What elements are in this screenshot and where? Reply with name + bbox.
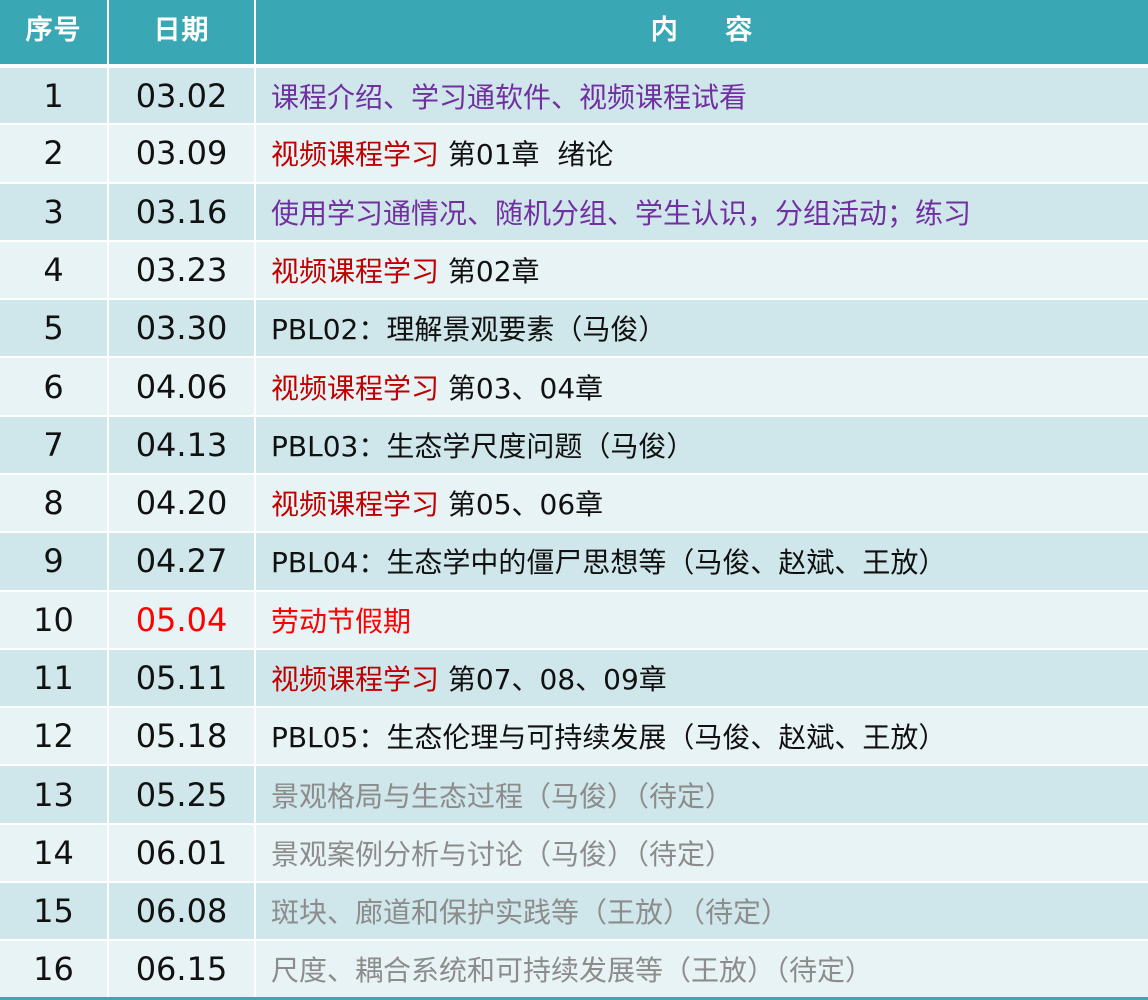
table-row: 1 03.02 课程介绍、学习通软件、视频课程试看 xyxy=(0,66,1148,126)
row-content: PBL05：生态伦理与可持续发展（马俊、赵斌、王放） xyxy=(255,707,1148,767)
row-date: 06.08 xyxy=(108,881,256,942)
row-index: 12 xyxy=(0,707,109,767)
row-index: 14 xyxy=(0,823,109,883)
content-segment: PBL04：生态学中的僵尸思想等（马俊、赵斌、王放） xyxy=(271,546,947,580)
row-date: 04.06 xyxy=(108,357,256,417)
row-date: 04.27 xyxy=(108,532,256,592)
content-segment: 劳动节假期 xyxy=(271,604,412,638)
row-content: 使用学习通情况、随机分组、学生认识，分组活动；练习 xyxy=(255,182,1148,242)
row-content: 景观格局与生态过程（马俊）（待定） xyxy=(255,765,1148,825)
content-segment: 视频课程学习 xyxy=(271,138,440,172)
table-row: 10 05.04 劳动节假期 xyxy=(0,590,1148,650)
row-index: 2 xyxy=(0,124,109,184)
content-segment: 第05、06章 xyxy=(439,488,604,522)
table-row: 8 04.20 视频课程学习 第05、06章 xyxy=(0,473,1148,534)
row-content: 尺度、耦合系统和可持续发展等（王放）（待定） xyxy=(255,940,1148,1000)
row-content: 视频课程学习 第02章 xyxy=(255,240,1148,301)
row-date: 03.16 xyxy=(108,182,256,242)
content-segment: 尺度、耦合系统和可持续发展等（王放）（待定） xyxy=(271,954,874,988)
content-segment: PBL02：理解景观要素（马俊） xyxy=(271,313,667,347)
header-row: 序号 日期 内 容 xyxy=(0,0,1148,68)
row-index: 7 xyxy=(0,415,109,475)
table-row: 5 03.30 PBL02：理解景观要素（马俊） xyxy=(0,299,1148,359)
row-index: 6 xyxy=(0,357,109,417)
row-index: 16 xyxy=(0,940,109,1000)
table-row: 3 03.16 使用学习通情况、随机分组、学生认识，分组活动；练习 xyxy=(0,182,1148,242)
row-index: 13 xyxy=(0,765,109,825)
row-date: 04.13 xyxy=(108,415,256,475)
row-content: 视频课程学习 第05、06章 xyxy=(255,473,1148,534)
content-segment: 第01章 绪论 xyxy=(439,138,614,172)
row-index: 11 xyxy=(0,648,109,709)
content-segment: 第03、04章 xyxy=(439,371,604,405)
row-index: 3 xyxy=(0,182,109,242)
row-content: 视频课程学习 第03、04章 xyxy=(255,357,1148,417)
row-index: 4 xyxy=(0,240,109,301)
row-content: PBL03：生态学尺度问题（马俊） xyxy=(255,415,1148,475)
schedule-table: 序号 日期 内 容 1 03.02 课程介绍、学习通软件、视频课程试看 2 03.09 视… xyxy=(0,0,1148,1000)
row-date: 04.20 xyxy=(108,473,256,534)
content-segment: 视频课程学习 xyxy=(271,488,440,522)
content-segment: 视频课程学习 xyxy=(271,662,440,696)
table-row: 2 03.09 视频课程学习 第01章 绪论 xyxy=(0,124,1148,184)
row-date: 05.11 xyxy=(108,648,256,709)
content-segment: 第07、08、09章 xyxy=(439,662,667,696)
table-row: 7 04.13 PBL03：生态学尺度问题（马俊） xyxy=(0,415,1148,475)
row-index: 1 xyxy=(0,66,109,126)
content-segment: 第02章 xyxy=(439,254,540,288)
table-row: 12 05.18 PBL05：生态伦理与可持续发展（马俊、赵斌、王放） xyxy=(0,707,1148,767)
row-index: 15 xyxy=(0,881,109,942)
row-index: 9 xyxy=(0,532,109,592)
content-segment: 课程介绍、学习通软件、视频课程试看 xyxy=(271,80,748,114)
schedule-body: 1 03.02 课程介绍、学习通软件、视频课程试看 2 03.09 视频课程学习 第01章… xyxy=(0,66,1148,1000)
content-segment: 使用学习通情况、随机分组、学生认识，分组活动；练习 xyxy=(271,196,972,230)
table-row: 9 04.27 PBL04：生态学中的僵尸思想等（马俊、赵斌、王放） xyxy=(0,532,1148,592)
row-content: 劳动节假期 xyxy=(255,590,1148,650)
table-row: 16 06.15 尺度、耦合系统和可持续发展等（王放）（待定） xyxy=(0,940,1148,1000)
table-row: 4 03.23 视频课程学习 第02章 xyxy=(0,240,1148,301)
table-row: 15 06.08 斑块、廊道和保护实践等（王放）（待定） xyxy=(0,881,1148,942)
row-date: 05.18 xyxy=(108,707,256,767)
table-row: 14 06.01 景观案例分析与讨论（马俊）（待定） xyxy=(0,823,1148,883)
row-date: 06.01 xyxy=(108,823,256,883)
row-content: PBL04：生态学中的僵尸思想等（马俊、赵斌、王放） xyxy=(255,532,1148,592)
row-date: 05.04 xyxy=(108,590,256,650)
content-segment: PBL03：生态学尺度问题（马俊） xyxy=(271,429,695,463)
row-content: 斑块、廊道和保护实践等（王放）（待定） xyxy=(255,881,1148,942)
content-segment: 斑块、廊道和保护实践等（王放）（待定） xyxy=(271,896,790,930)
row-content: PBL02：理解景观要素（马俊） xyxy=(255,299,1148,359)
content-segment: PBL05：生态伦理与可持续发展（马俊、赵斌、王放） xyxy=(271,721,947,755)
row-content: 视频课程学习 第07、08、09章 xyxy=(255,648,1148,709)
row-content: 课程介绍、学习通软件、视频课程试看 xyxy=(255,66,1148,126)
content-segment: 视频课程学习 xyxy=(271,371,440,405)
row-date: 03.09 xyxy=(108,124,256,184)
row-index: 5 xyxy=(0,299,109,359)
row-date: 03.02 xyxy=(108,66,256,126)
header-date: 日期 xyxy=(108,0,256,68)
content-segment: 视频课程学习 xyxy=(271,254,440,288)
content-segment: 景观格局与生态过程（马俊）（待定） xyxy=(271,779,734,813)
header-index: 序号 xyxy=(0,0,109,68)
table-row: 11 05.11 视频课程学习 第07、08、09章 xyxy=(0,648,1148,709)
header-content: 内 容 xyxy=(255,0,1148,68)
row-date: 03.23 xyxy=(108,240,256,301)
row-date: 05.25 xyxy=(108,765,256,825)
table-row: 13 05.25 景观格局与生态过程（马俊）（待定） xyxy=(0,765,1148,825)
content-segment: 景观案例分析与讨论（马俊）（待定） xyxy=(271,837,734,871)
row-index: 8 xyxy=(0,473,109,534)
row-date: 03.30 xyxy=(108,299,256,359)
row-date: 06.15 xyxy=(108,940,256,1000)
row-index: 10 xyxy=(0,590,109,650)
row-content: 景观案例分析与讨论（马俊）（待定） xyxy=(255,823,1148,883)
table-row: 6 04.06 视频课程学习 第03、04章 xyxy=(0,357,1148,417)
row-content: 视频课程学习 第01章 绪论 xyxy=(255,124,1148,184)
